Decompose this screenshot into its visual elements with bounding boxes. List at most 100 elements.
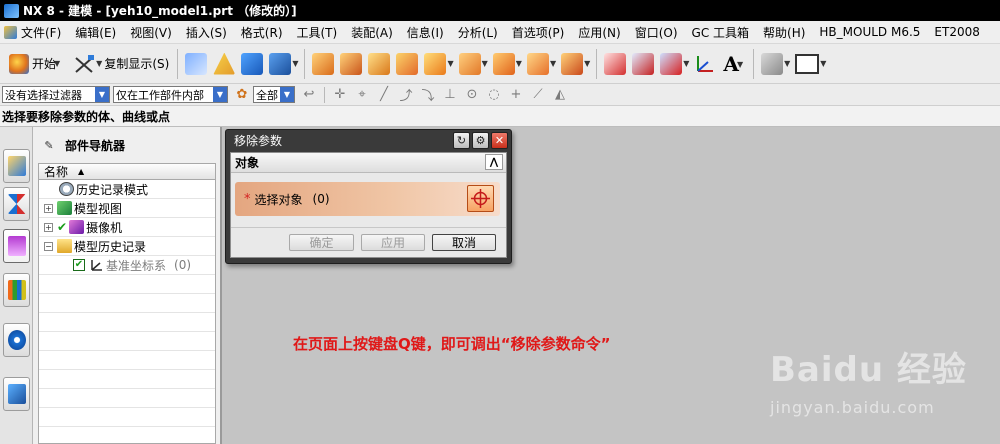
menu-gc-toolkit[interactable]: GC 工具箱	[685, 24, 757, 41]
column-header-name[interactable]: 名称 ▲	[39, 164, 215, 180]
nx-app-icon	[4, 3, 19, 18]
datum-plane-icon[interactable]	[213, 52, 236, 75]
pattern-feature-icon[interactable]	[561, 52, 584, 75]
visibility-checkbox[interactable]: ✔	[73, 259, 85, 271]
tree-row-datum-csys[interactable]: ✔ 基准坐标系 (0)	[39, 256, 215, 275]
snap-circle-center-icon[interactable]: ⊙	[464, 87, 480, 103]
select-object-row[interactable]: * 选择对象 (0)	[235, 182, 500, 216]
reuse-library-tab[interactable]	[3, 273, 30, 307]
shell-icon[interactable]	[492, 52, 515, 75]
snap-tangent-icon[interactable]: ⤵	[420, 87, 436, 104]
menu-format[interactable]: 格式(R)	[234, 24, 290, 41]
constraint-navigator-tab[interactable]	[3, 187, 30, 221]
dialog-title-bar[interactable]: 移除参数 ↻ ⚙ ✕	[226, 130, 511, 151]
standard-toolbar: 开始 ▼ ▼ 复制显示(S) ▼ ▼ ▼ ▼ ▼ ▼ ▼ A ▼ ▼ ▼	[0, 44, 1000, 84]
menu-hb-mould[interactable]: HB_MOULD M6.5	[812, 25, 927, 39]
start-button[interactable]: 开始 ▼	[2, 49, 66, 79]
curve-icon[interactable]	[604, 52, 627, 75]
gear-icon[interactable]: ⚙	[472, 132, 489, 149]
spline-icon[interactable]	[632, 52, 655, 75]
snap-line-icon[interactable]: ╱	[376, 87, 392, 103]
tree-row-model-history[interactable]: − 模型历史记录	[39, 237, 215, 256]
intersect-icon[interactable]	[368, 52, 391, 75]
snap-arc-center-icon[interactable]: ⤴	[398, 87, 414, 104]
tree-row-history-mode[interactable]: 历史记录模式	[39, 180, 215, 199]
menu-preferences[interactable]: 首选项(P)	[505, 24, 572, 41]
menu-application[interactable]: 应用(N)	[571, 24, 627, 41]
expand-icon[interactable]: +	[44, 203, 53, 213]
group-header-object[interactable]: 对象 ⋀	[231, 153, 506, 173]
tree-row-model-views[interactable]: + 模型视图	[39, 199, 215, 218]
tree-row-empty	[39, 332, 215, 351]
select-color-icon[interactable]: ✿	[234, 87, 250, 103]
menu-edit[interactable]: 编辑(E)	[68, 24, 123, 41]
model-views-icon	[57, 201, 72, 215]
constraint-navigator-icon	[7, 194, 26, 214]
camera-icon	[69, 220, 85, 234]
menu-insert[interactable]: 插入(S)	[179, 24, 234, 41]
required-marker: *	[244, 191, 251, 207]
cue-line-text: 选择要移除参数的体、曲线或点	[2, 109, 171, 124]
snap-existing-point-icon[interactable]: +	[508, 87, 524, 103]
menu-analysis[interactable]: 分析(L)	[451, 24, 505, 41]
web-browser-tab[interactable]	[3, 323, 30, 357]
type-filter-select[interactable]: 没有选择过滤器 ▼	[2, 86, 110, 103]
menu-bar: 文件(F) 编辑(E) 视图(V) 插入(S) 格式(R) 工具(T) 装配(A…	[0, 21, 1000, 44]
watermark-url: jingyan.baidu.com	[770, 398, 935, 417]
snap-quadrant-icon[interactable]: ◌	[486, 87, 502, 103]
cancel-button[interactable]: 取消	[432, 234, 496, 251]
selection-scope-select[interactable]: 仅在工作部件内部 ▼	[113, 86, 228, 103]
undo-selection-icon[interactable]: ↩	[301, 87, 317, 103]
menu-window[interactable]: 窗口(O)	[628, 24, 685, 41]
menu-et2008[interactable]: ET2008	[927, 25, 986, 39]
menu-tools[interactable]: 工具(T)	[290, 24, 345, 41]
navigator-tree: 名称 ▲ 历史记录模式 + 模型视图 + ✔ 摄像机 − 模型历史记录 ✔ 基准…	[38, 163, 216, 444]
assembly-navigator-tab[interactable]	[3, 149, 30, 183]
tree-row-empty	[39, 408, 215, 427]
unite-icon[interactable]	[312, 52, 335, 75]
trim-body-icon[interactable]	[526, 52, 549, 75]
crosshair-icon[interactable]	[467, 185, 494, 212]
menu-information[interactable]: 信息(I)	[400, 24, 451, 41]
tree-row-empty	[39, 294, 215, 313]
snap-point-select[interactable]: 全部 ▼	[253, 86, 295, 103]
edit-object-display-icon[interactable]	[761, 52, 784, 75]
snap-endpoint-icon[interactable]: ✛	[332, 87, 348, 103]
collapse-icon[interactable]: −	[44, 241, 53, 251]
color-swatch-icon[interactable]	[795, 53, 820, 74]
edge-blend-icon[interactable]	[396, 52, 419, 75]
snap-intersection-icon[interactable]: ⊥	[442, 87, 458, 103]
history-tab[interactable]	[3, 377, 30, 411]
part-navigator-tab[interactable]	[3, 229, 30, 263]
ok-button[interactable]: 确定	[289, 234, 354, 251]
wcs-icon[interactable]	[694, 53, 716, 75]
resource-bar	[0, 127, 33, 444]
toolbar-separator	[177, 48, 179, 79]
menu-file[interactable]: 文件(F)	[0, 24, 68, 41]
mirror-icon[interactable]	[660, 52, 683, 75]
pin-icon[interactable]: ✎	[43, 139, 55, 152]
menu-assemblies[interactable]: 装配(A)	[344, 24, 400, 41]
dialog-button-row: 确定 应用 取消	[231, 227, 506, 257]
sketch-icon[interactable]	[185, 52, 208, 75]
apply-button[interactable]: 应用	[361, 234, 425, 251]
expand-icon[interactable]: +	[44, 222, 53, 232]
reset-icon[interactable]: ↻	[453, 132, 470, 149]
menu-view[interactable]: 视图(V)	[123, 24, 179, 41]
folder-icon	[57, 239, 72, 253]
tree-row-cameras[interactable]: + ✔ 摄像机	[39, 218, 215, 237]
start-icon	[9, 53, 29, 74]
close-icon[interactable]: ✕	[491, 132, 508, 149]
subtract-icon[interactable]	[340, 52, 363, 75]
block-icon[interactable]	[241, 52, 264, 75]
text-tool-button[interactable]: A ▼	[719, 49, 749, 79]
snap-midpoint-icon[interactable]: ⌖	[354, 87, 370, 103]
copy-display-button[interactable]: ▼ 复制显示(S)	[66, 49, 173, 79]
chamfer-icon[interactable]	[424, 52, 447, 75]
offset-face-icon[interactable]	[458, 52, 481, 75]
extrude-icon[interactable]	[269, 52, 292, 75]
snap-on-face-icon[interactable]: ◭	[552, 87, 568, 103]
snap-on-curve-icon[interactable]: ⟋	[530, 87, 546, 103]
collapse-group-icon[interactable]: ⋀	[485, 154, 503, 170]
menu-help[interactable]: 帮助(H)	[756, 24, 812, 41]
